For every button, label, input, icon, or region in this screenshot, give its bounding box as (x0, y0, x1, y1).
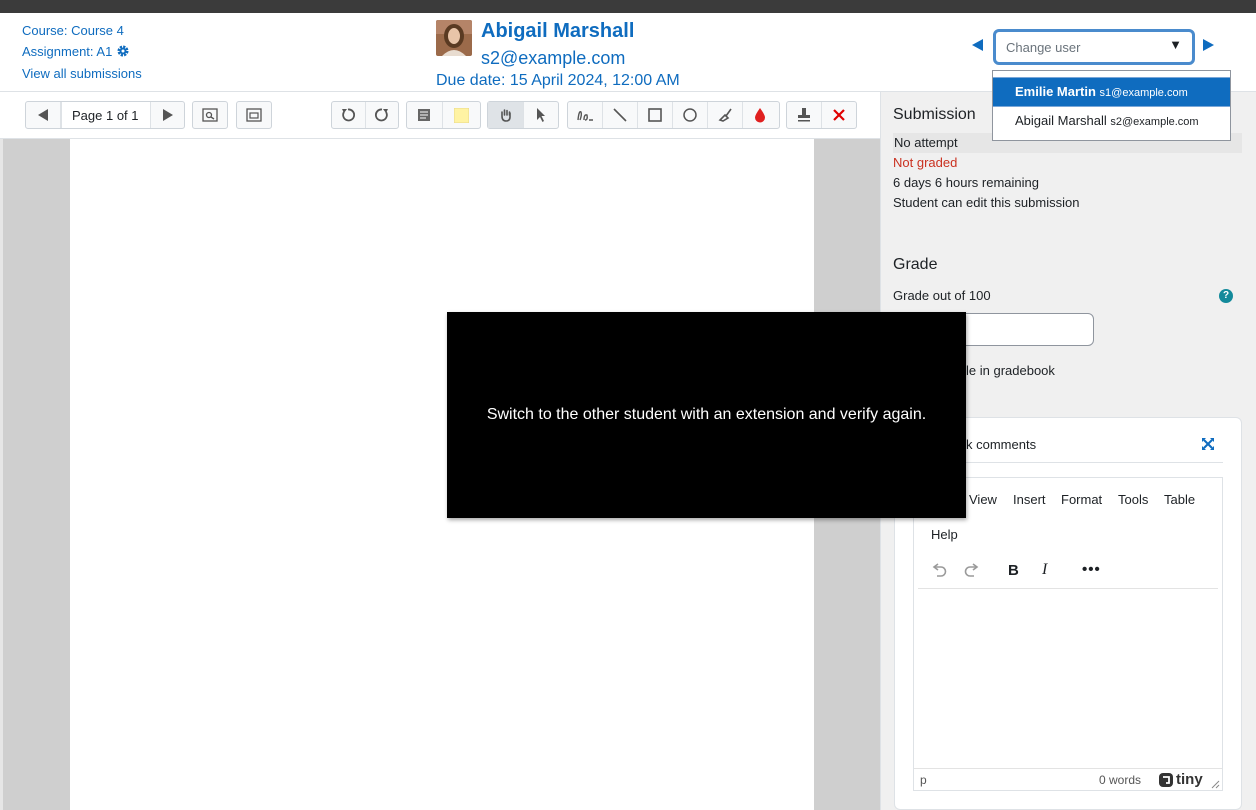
pen-icon[interactable] (568, 102, 603, 128)
more-icon[interactable]: ••• (1082, 561, 1101, 578)
avatar (436, 20, 472, 56)
pointer-group (487, 101, 559, 129)
due-date: Due date: 15 April 2024, 12:00 AM (436, 72, 680, 89)
expand-icon[interactable] (1201, 437, 1215, 456)
oval-icon[interactable] (673, 102, 708, 128)
help-icon[interactable]: ? (1219, 289, 1233, 303)
comment-group (406, 101, 481, 129)
line-icon[interactable] (603, 102, 638, 128)
tiny-brand: tiny (1176, 771, 1203, 788)
rotate-group (331, 101, 399, 129)
stamp-icon[interactable] (787, 102, 822, 128)
option-name: Emilie Martin (1015, 84, 1096, 99)
comment-color-icon[interactable] (443, 102, 480, 128)
course-link[interactable]: Course: Course 4 (22, 23, 124, 38)
select-icon[interactable] (524, 102, 558, 128)
resize-handle-icon[interactable] (1210, 776, 1220, 794)
user-option-abigail[interactable]: Abigail Marshall s2@example.com (993, 107, 1230, 135)
instruction-overlay: Switch to the other student with an exte… (447, 312, 966, 518)
window-title-strip (0, 0, 1256, 13)
rotate-right-icon[interactable] (366, 102, 399, 128)
option-email: s1@example.com (1099, 87, 1188, 99)
user-name[interactable]: Abigail Marshall (481, 20, 634, 43)
editor-status-divider (914, 768, 1222, 769)
next-user-icon[interactable] (1200, 36, 1216, 54)
header-breadcrumb: Course: Course 4 Assignment: A1 View all… (22, 21, 142, 85)
prev-page-icon[interactable] (26, 102, 61, 128)
option-name: Abigail Marshall (1015, 113, 1107, 128)
page-indicator[interactable]: Page 1 of 1 (61, 102, 151, 128)
pan-icon[interactable] (488, 102, 524, 128)
menu-view[interactable]: View (969, 492, 997, 507)
user-email[interactable]: s2@example.com (481, 48, 625, 69)
menu-help[interactable]: Help (931, 527, 958, 542)
viewer-edge (0, 139, 3, 810)
gear-icon[interactable] (116, 44, 130, 65)
feedback-heading: k comments (966, 437, 1037, 452)
comment-icon[interactable] (407, 102, 443, 128)
expand-view-icon[interactable] (237, 102, 271, 128)
menu-table[interactable]: Table (1164, 492, 1195, 507)
user-option-emilie[interactable]: Emilie Martin s1@example.com (993, 77, 1230, 107)
color-icon[interactable] (743, 102, 777, 128)
time-remaining: 6 days 6 hours remaining (893, 175, 1039, 190)
chevron-down-icon: ▼ (1169, 37, 1182, 52)
redo-icon[interactable] (963, 562, 981, 583)
bold-icon[interactable]: B (1008, 562, 1019, 579)
delete-icon[interactable] (822, 102, 856, 128)
word-count[interactable]: 0 words (1099, 773, 1141, 787)
change-user-placeholder: Change user (1006, 40, 1081, 55)
element-path[interactable]: p (920, 773, 927, 787)
search-comments-group (192, 101, 228, 129)
rotate-left-icon[interactable] (332, 102, 366, 128)
italic-icon[interactable]: I (1042, 561, 1047, 579)
feedback-editor[interactable] (913, 477, 1223, 791)
page-nav-group: Page 1 of 1 (25, 101, 185, 129)
next-page-icon[interactable] (151, 102, 184, 128)
rectangle-icon[interactable] (638, 102, 673, 128)
drawing-tools-group (567, 101, 780, 129)
overlay-message: Switch to the other student with an exte… (486, 406, 927, 423)
search-comments-icon[interactable] (193, 102, 227, 128)
gradebook-text: le in gradebook (966, 363, 1055, 378)
grade-label: Grade out of 100 (893, 288, 991, 303)
grading-status: Not graded (893, 155, 958, 170)
undo-icon[interactable] (930, 562, 948, 583)
assignment-link[interactable]: Assignment: A1 (22, 44, 112, 59)
highlight-icon[interactable] (708, 102, 743, 128)
menu-format[interactable]: Format (1061, 492, 1102, 507)
submission-heading: Submission (893, 106, 976, 123)
option-email: s2@example.com (1110, 116, 1199, 128)
grade-heading: Grade (893, 256, 938, 273)
view-all-submissions-link[interactable]: View all submissions (22, 66, 142, 81)
expand-group (236, 101, 272, 129)
edit-status: Student can edit this submission (893, 195, 1080, 210)
editor-toolbar-divider (918, 588, 1218, 589)
change-user-select[interactable]: Change user ▼ (993, 29, 1195, 65)
stamp-group (786, 101, 857, 129)
tiny-logo-icon (1159, 772, 1173, 787)
previous-user-icon[interactable] (970, 36, 986, 54)
tiny-logo[interactable]: tiny (1158, 771, 1203, 788)
menu-tools[interactable]: Tools (1118, 492, 1148, 507)
annotation-toolbar: Page 1 of 1 (0, 92, 880, 139)
menu-insert[interactable]: Insert (1013, 492, 1046, 507)
user-dropdown: Emilie Martin s1@example.com Abigail Mar… (992, 70, 1231, 141)
